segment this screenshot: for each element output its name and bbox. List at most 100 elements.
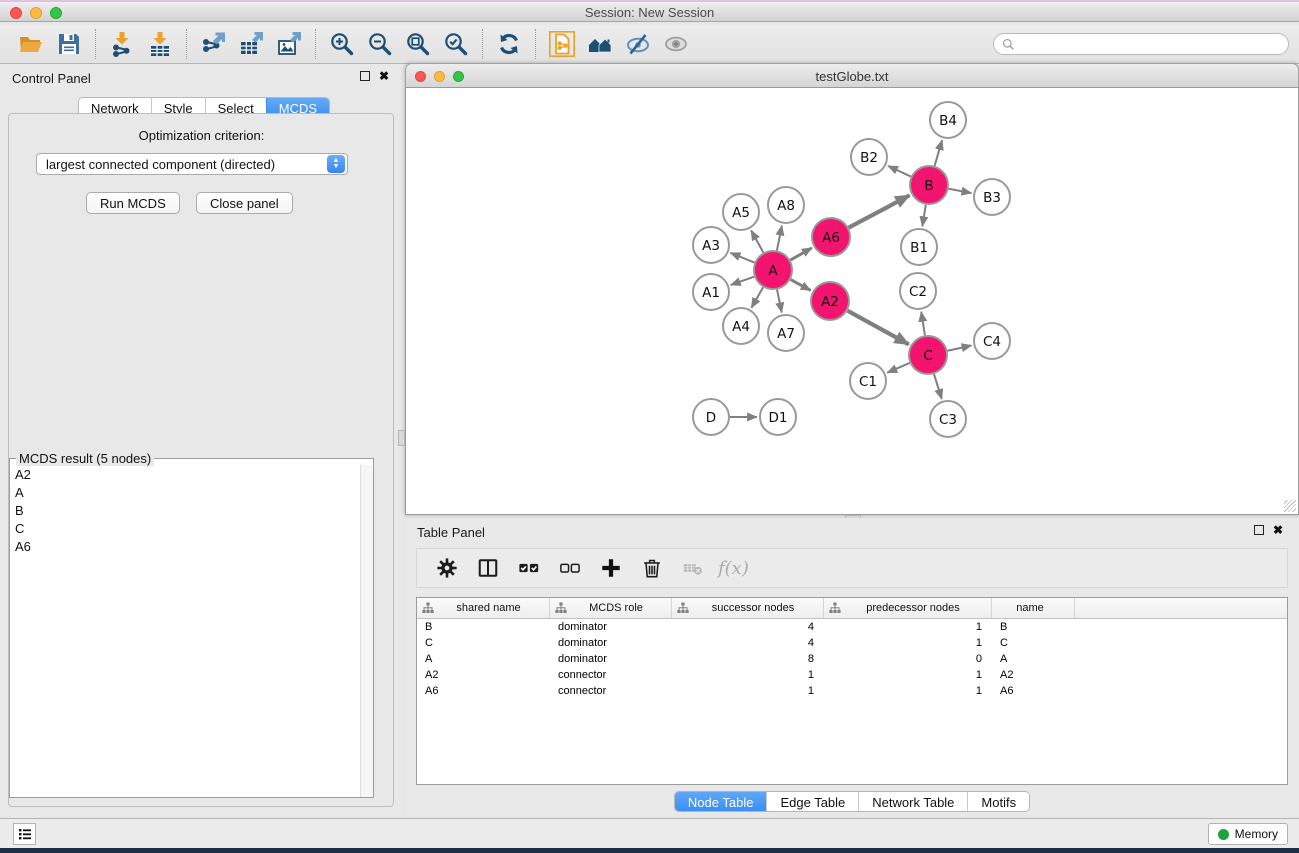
cell-predecessor-nodes[interactable]: 1 — [824, 637, 992, 649]
table-row[interactable]: Bdominator41B — [417, 619, 1287, 635]
edge-B-B1[interactable] — [922, 205, 925, 227]
cell-predecessor-nodes[interactable]: 1 — [824, 621, 992, 633]
edge-C-C1[interactable] — [887, 363, 909, 373]
cell-name[interactable]: A2 — [992, 669, 1075, 681]
close-panel-button[interactable]: Close panel — [196, 192, 293, 214]
cell-name[interactable]: C — [992, 637, 1075, 649]
run-mcds-button[interactable]: Run MCDS — [86, 192, 180, 214]
cell-predecessor-nodes[interactable]: 0 — [824, 653, 992, 665]
cell-successor-nodes[interactable]: 1 — [672, 685, 824, 697]
cell-mcds-role[interactable]: dominator — [550, 621, 672, 633]
cell-shared-name[interactable]: A2 — [417, 669, 550, 681]
cell-name[interactable]: A6 — [992, 685, 1075, 697]
delete-table-icon[interactable] — [677, 553, 709, 583]
add-column-icon[interactable] — [595, 553, 627, 583]
edge-A-A1[interactable] — [731, 277, 754, 285]
cell-name[interactable]: B — [992, 621, 1075, 633]
cell-mcds-role[interactable]: connector — [550, 685, 672, 697]
table-row[interactable]: A2connector11A2 — [417, 667, 1287, 683]
gear-icon[interactable] — [431, 553, 463, 583]
select-all-icon[interactable] — [513, 553, 545, 583]
table-row[interactable]: Adominator80A — [417, 651, 1287, 667]
column-header-predecessor-nodes[interactable]: predecessor nodes — [824, 598, 992, 618]
mcds-result-list[interactable]: A2ABCA6 — [11, 467, 359, 796]
edge-A6-B[interactable] — [849, 195, 910, 227]
cell-mcds-role[interactable]: connector — [550, 669, 672, 681]
columns-icon[interactable] — [472, 553, 504, 583]
cell-successor-nodes[interactable]: 4 — [672, 637, 824, 649]
edge-A-A7[interactable] — [777, 290, 782, 313]
eye-slash-icon[interactable] — [621, 28, 655, 60]
tab-node-table[interactable]: Node Table — [675, 792, 767, 811]
result-item[interactable]: A6 — [11, 539, 359, 557]
network-canvas[interactable]: B4B2BB3A5A8A6B1A3AC2A1A2A4A7C4CC1DD1C3 — [405, 88, 1299, 515]
cell-predecessor-nodes[interactable]: 1 — [824, 669, 992, 681]
result-item[interactable]: B — [11, 503, 359, 521]
cell-successor-nodes[interactable]: 4 — [672, 621, 824, 633]
cell-successor-nodes[interactable]: 1 — [672, 669, 824, 681]
cell-predecessor-nodes[interactable]: 1 — [824, 685, 992, 697]
search-field[interactable] — [993, 33, 1289, 55]
cell-shared-name[interactable]: C — [417, 637, 550, 649]
cell-mcds-role[interactable]: dominator — [550, 653, 672, 665]
edge-A-A4[interactable] — [751, 287, 763, 307]
memory-button[interactable]: Memory — [1208, 823, 1288, 845]
vertical-splitter-handle[interactable] — [398, 430, 405, 446]
tab-edge-table[interactable]: Edge Table — [766, 792, 858, 811]
cell-name[interactable]: A — [992, 653, 1075, 665]
edge-A-A5[interactable] — [751, 230, 763, 252]
cell-shared-name[interactable]: B — [417, 621, 550, 633]
table-row[interactable]: A6connector11A6 — [417, 683, 1287, 699]
task-history-button[interactable] — [13, 823, 36, 845]
zoom-in-icon[interactable] — [325, 28, 359, 60]
column-header-name[interactable]: name — [992, 598, 1075, 618]
network-graph[interactable]: B4B2BB3A5A8A6B1A3AC2A1A2A4A7C4CC1DD1C3 — [406, 88, 1298, 513]
column-header-shared-name[interactable]: shared name — [417, 598, 550, 618]
search-input[interactable] — [1019, 35, 1288, 53]
edge-A2-C[interactable] — [848, 311, 909, 345]
result-scrollbar[interactable] — [360, 465, 373, 797]
close-table-panel-icon[interactable]: ✖ — [1273, 525, 1283, 535]
eye-icon[interactable] — [659, 28, 693, 60]
edge-A-A2[interactable] — [791, 280, 811, 291]
edge-B-B2[interactable] — [888, 166, 911, 177]
export-network-icon[interactable] — [196, 28, 230, 60]
node-table[interactable]: shared nameMCDS rolesuccessor nodesprede… — [416, 597, 1288, 785]
home-icon[interactable] — [583, 28, 617, 60]
edge-A-A3[interactable] — [730, 253, 754, 263]
zoom-out-icon[interactable] — [363, 28, 397, 60]
refresh-icon[interactable] — [492, 28, 526, 60]
network-window-titlebar[interactable]: testGlobe.txt — [405, 63, 1299, 88]
edge-C-C2[interactable] — [921, 312, 925, 335]
cell-shared-name[interactable]: A6 — [417, 685, 550, 697]
cell-successor-nodes[interactable]: 8 — [672, 653, 824, 665]
result-item[interactable]: C — [11, 521, 359, 539]
column-header-mcds-role[interactable]: MCDS role — [550, 598, 672, 618]
open-session-icon[interactable] — [14, 28, 48, 60]
edge-C-C3[interactable] — [934, 374, 942, 399]
import-table-icon[interactable] — [143, 28, 177, 60]
column-header-successor-nodes[interactable]: successor nodes — [672, 598, 824, 618]
tab-motifs[interactable]: Motifs — [967, 792, 1029, 811]
edge-A-A6[interactable] — [790, 248, 811, 260]
zoom-selected-icon[interactable] — [439, 28, 473, 60]
edge-A-A8[interactable] — [777, 226, 782, 251]
table-row[interactable]: Cdominator41C — [417, 635, 1287, 651]
new-network-icon[interactable] — [545, 28, 579, 60]
edge-B-B3[interactable] — [949, 189, 972, 193]
save-session-icon[interactable] — [52, 28, 86, 60]
import-network-icon[interactable] — [105, 28, 139, 60]
zoom-fit-icon[interactable] — [401, 28, 435, 60]
float-panel-icon[interactable] — [360, 71, 370, 81]
delete-icon[interactable] — [636, 553, 668, 583]
export-table-icon[interactable] — [234, 28, 268, 60]
deselect-all-icon[interactable] — [554, 553, 586, 583]
resize-grip-icon[interactable] — [1284, 500, 1296, 512]
export-image-icon[interactable] — [272, 28, 306, 60]
function-builder-icon[interactable]: f(x) — [718, 558, 749, 579]
criterion-dropdown[interactable]: largest connected component (directed) ▲… — [36, 153, 348, 175]
tab-network-table[interactable]: Network Table — [858, 792, 967, 811]
edge-B-B4[interactable] — [935, 140, 942, 166]
cell-shared-name[interactable]: A — [417, 653, 550, 665]
close-panel-icon[interactable]: ✖ — [379, 71, 389, 81]
